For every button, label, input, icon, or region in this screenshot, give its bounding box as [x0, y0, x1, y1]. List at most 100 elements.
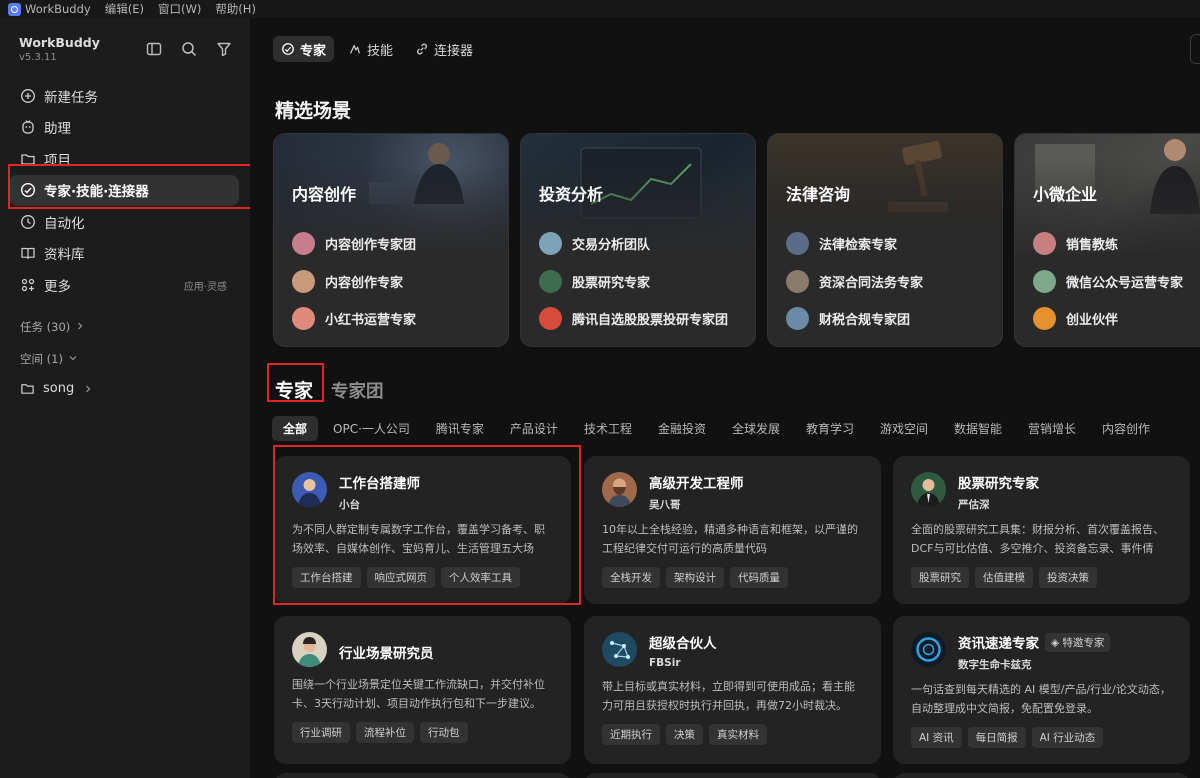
scene-row-label: 财税合规专家团 [819, 313, 911, 329]
category-tencent[interactable]: 腾讯专家 [425, 416, 495, 441]
expert-card[interactable]: 股票研究专家 严估深 全面的股票研究工具集：财报分析、首次覆盖报告、DCF与可比… [893, 456, 1190, 604]
card-tags: 近期执行 决策 真实材料 [602, 724, 863, 745]
sidebar-item-label: 助理 [44, 121, 71, 138]
chevron-down-icon [68, 352, 78, 366]
sidebar-toggle-icon[interactable] [145, 40, 163, 58]
filter-icon[interactable] [215, 40, 233, 58]
avatar [292, 307, 315, 331]
app-logo-icon [8, 2, 21, 16]
category-education[interactable]: 教育学习 [795, 416, 865, 441]
card-head: 超级合伙人 FBSir [602, 632, 863, 669]
sidebar-item-assistant[interactable]: 助理 [9, 112, 239, 143]
sidebar-item-label: 更多 [44, 279, 71, 296]
expert-icon [281, 42, 295, 56]
expert-card[interactable]: 超级合伙人 FBSir 带上目标或真实材料，立即得到可使用成品；看主能力可用且获… [584, 616, 881, 764]
space-folder-song[interactable]: song [20, 381, 93, 396]
sidebar-item-label: 自动化 [44, 215, 85, 232]
tag: 真实材料 [709, 724, 767, 745]
expert-card[interactable]: 行业场景研究员 围绕一个行业场景定位关键工作流缺口，并交付补位卡、3天行动计划、… [274, 616, 571, 764]
expert-card[interactable] [274, 773, 571, 778]
menu-window[interactable]: 窗口(W) [158, 1, 201, 17]
card-description: 全面的股票研究工具集：财报分析、首次覆盖报告、DCF与可比估值、多空推介、投资备… [911, 523, 1164, 555]
sidebar-item-library[interactable]: 资料库 [9, 238, 239, 269]
scene-row-label: 内容创作专家 [325, 275, 404, 291]
scene-row-label: 腾讯自选股股票投研专家团 [572, 313, 729, 329]
avatar [602, 472, 637, 507]
menu-edit[interactable]: 编辑(E) [105, 1, 144, 17]
scene-row[interactable]: 法律检索专家 [786, 225, 923, 263]
category-data[interactable]: 数据智能 [943, 416, 1013, 441]
scene-row[interactable]: 财税合规专家团 [786, 300, 923, 338]
scene-card-investment[interactable]: 投资分析 交易分析团队 股票研究专家 腾讯自选股股票投研专家团 [520, 133, 756, 347]
menu-help[interactable]: 帮助(H) [215, 1, 256, 17]
scene-card-legal[interactable]: 法律咨询 法律检索专家 资深合同法务专家 财税合规专家团 [767, 133, 1003, 347]
category-content[interactable]: 内容创作 [1091, 416, 1161, 441]
category-product[interactable]: 产品设计 [499, 416, 569, 441]
top-right-button[interactable] [1190, 34, 1200, 64]
category-opc[interactable]: OPC·一人公司 [322, 416, 421, 441]
tag: 行业调研 [292, 722, 350, 743]
sidebar-top-icons [145, 40, 233, 58]
scene-row[interactable]: 创业伙伴 [1033, 300, 1183, 338]
scene-row[interactable]: 股票研究专家 [539, 263, 728, 301]
card-tags: 股票研究 估值建模 投资决策 [911, 567, 1172, 588]
card-head: 高级开发工程师 吴八哥 [602, 472, 863, 512]
scene-row[interactable]: 腾讯自选股股票投研专家团 [539, 300, 728, 338]
scene-row[interactable]: 交易分析团队 [539, 225, 728, 263]
sidebar-item-new-task[interactable]: 新建任务 [9, 80, 239, 111]
expert-card[interactable]: 资讯速递专家 ◈ 特邀专家 数字生命卡兹克 一句话查到每天精选的 AI 模型/产… [893, 616, 1190, 764]
plus-circle-icon [20, 88, 36, 104]
scene-row[interactable]: 微信公众号运营专家 [1033, 263, 1183, 301]
scene-title: 小微企业 [1033, 185, 1098, 204]
category-engineering[interactable]: 技术工程 [573, 416, 643, 441]
scene-row[interactable]: 内容创作专家 [292, 263, 416, 301]
scene-row-label: 销售教练 [1066, 238, 1119, 254]
avatar [786, 307, 809, 331]
scene-title: 内容创作 [292, 185, 357, 204]
highlight-box [273, 445, 581, 605]
menubar-app-name: WorkBuddy [25, 2, 91, 16]
scene-card-smallbiz[interactable]: 小微企业 销售教练 微信公众号运营专家 创业伙伴 [1014, 133, 1200, 347]
card-subtitle: 严估深 [958, 499, 990, 511]
sidebar-item-more[interactable]: 更多 应用·灵感 [9, 270, 239, 301]
card-head: 资讯速递专家 ◈ 特邀专家 数字生命卡兹克 [911, 632, 1172, 672]
card-description: 带上目标或真实材料，立即得到可使用成品；看主能力可用且获授权时执行并回执，再做7… [602, 680, 855, 712]
scene-title: 投资分析 [539, 185, 604, 204]
special-badge: ◈ 特邀专家 [1045, 632, 1111, 652]
card-description: 一句话查到每天精选的 AI 模型/产品/行业/论文动态，自动整理成中文简报，免配… [911, 683, 1171, 715]
tasks-section[interactable]: 任务 (30) [20, 319, 85, 335]
card-name: 高级开发工程师 [649, 476, 744, 492]
card-description: 围绕一个行业场景定位关键工作流缺口，并交付补位卡、3天行动计划、项目动作执行包和… [292, 678, 545, 710]
spaces-label: 空间 (1) [20, 352, 63, 366]
scene-row-label: 交易分析团队 [572, 238, 651, 254]
avatar [911, 632, 946, 667]
scene-row-label: 创业伙伴 [1066, 313, 1119, 329]
scene-rows: 法律检索专家 资深合同法务专家 财税合规专家团 [786, 225, 923, 338]
category-all[interactable]: 全部 [272, 416, 319, 441]
search-icon[interactable] [180, 40, 198, 58]
scene-row[interactable]: 内容创作专家团 [292, 225, 416, 263]
sidebar-item-label: 新建任务 [44, 89, 98, 106]
spaces-section[interactable]: 空间 (1) [20, 351, 78, 367]
tag: 架构设计 [666, 567, 724, 588]
sidebar: WorkBuddy v5.3.11 新建任务 助理 项目 专家·技能·连接器 自… [0, 18, 263, 778]
card-subtitle: FBSir [649, 657, 681, 669]
expert-card[interactable]: 高级开发工程师 吴八哥 10年以上全栈经验，精通多种语言和框架，以严谨的工程纪律… [584, 456, 881, 604]
sidebar-item-automation[interactable]: 自动化 [9, 206, 239, 237]
category-finance[interactable]: 金融投资 [647, 416, 717, 441]
tab-connectors[interactable]: 连接器 [407, 36, 481, 62]
scene-row[interactable]: 销售教练 [1033, 225, 1183, 263]
teams-heading[interactable]: 专家团 [331, 378, 384, 403]
category-marketing[interactable]: 营销增长 [1017, 416, 1087, 441]
scene-row[interactable]: 资深合同法务专家 [786, 263, 923, 301]
scene-row[interactable]: 小红书运营专家 [292, 300, 416, 338]
category-games[interactable]: 游戏空间 [869, 416, 939, 441]
tasks-label: 任务 (30) [20, 320, 71, 334]
tab-skills[interactable]: 技能 [340, 36, 401, 62]
category-global[interactable]: 全球发展 [721, 416, 791, 441]
expert-card[interactable] [893, 773, 1190, 778]
scene-card-content[interactable]: 内容创作 内容创作专家团 内容创作专家 小红书运营专家 [273, 133, 509, 347]
card-name: 行业场景研究员 [339, 646, 434, 662]
expert-card[interactable] [584, 773, 881, 778]
tab-experts[interactable]: 专家 [273, 36, 335, 62]
